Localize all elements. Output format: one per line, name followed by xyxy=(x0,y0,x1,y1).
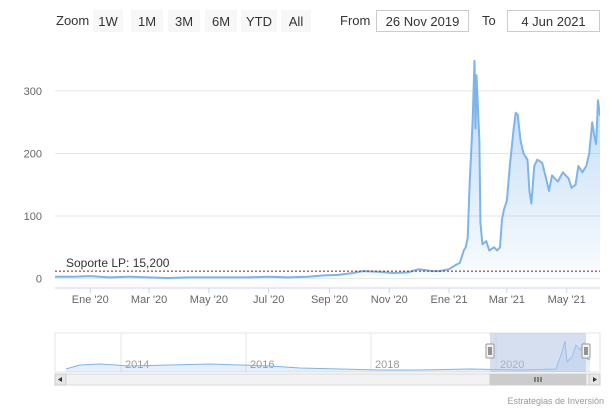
credits: Estrategias de Inversión xyxy=(507,396,604,406)
y-tick-label: 200 xyxy=(24,148,42,160)
navigator-selected-range[interactable] xyxy=(490,333,586,372)
x-tick-label: Sep '20 xyxy=(311,294,348,306)
x-tick-label: Ene '20 xyxy=(72,294,109,306)
x-tick-label: Mar '20 xyxy=(131,294,167,306)
y-tick-label: 300 xyxy=(24,86,42,98)
x-tick-label: Ene '21 xyxy=(431,294,468,306)
x-tick-label: Mar '21 xyxy=(489,294,525,306)
navigator-right-handle[interactable] xyxy=(581,343,591,359)
x-tick-label: Nov '20 xyxy=(371,294,408,306)
series-area xyxy=(55,60,600,279)
y-tick-label: 0 xyxy=(36,274,42,286)
x-tick-label: May '21 xyxy=(548,294,586,306)
price-chart: 0 100 200 300 Ene '20 Mar '20 May '20 Jul '20 Se… xyxy=(24,59,601,386)
x-tick-label: Jul '20 xyxy=(253,294,284,306)
y-tick-label: 100 xyxy=(24,211,42,223)
navigator-left-handle[interactable] xyxy=(485,343,495,359)
navigator-year-label: 2018 xyxy=(375,359,399,371)
x-tick-label: May '20 xyxy=(190,294,228,306)
support-line-label: Soporte LP: 15,200 xyxy=(66,256,170,270)
